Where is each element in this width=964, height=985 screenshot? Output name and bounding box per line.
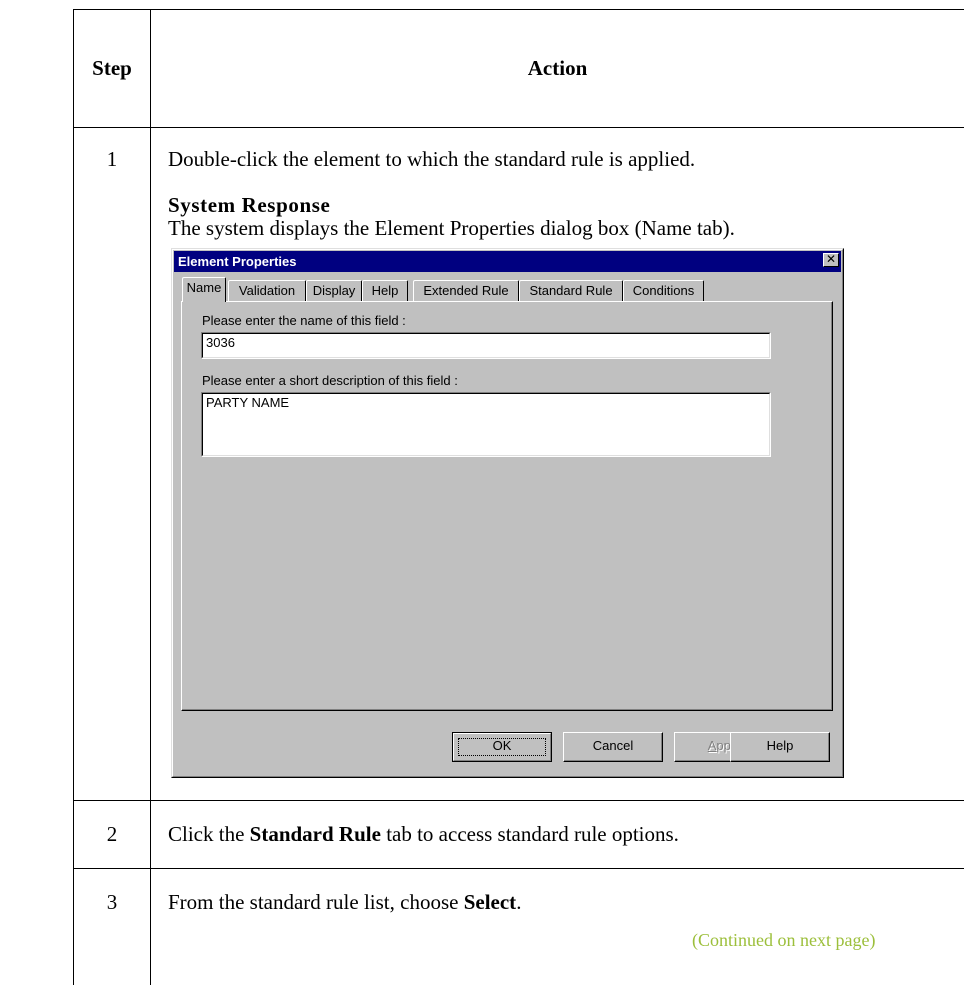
- tab-name[interactable]: Name: [182, 277, 226, 302]
- description-field[interactable]: PARTY NAME: [201, 392, 771, 457]
- ok-button[interactable]: OK: [452, 732, 552, 762]
- tab-standard-rule-label: Standard Rule: [529, 283, 613, 298]
- step-text-3-pre: From the standard rule list, choose: [168, 890, 464, 914]
- close-icon: ✕: [825, 252, 837, 266]
- name-label: Please enter the name of this field :: [202, 313, 406, 328]
- tab-panel-frame: [182, 302, 832, 710]
- step-text-2-post: tab to access standard rule options.: [380, 822, 679, 846]
- step-text-2-pre: Click the: [168, 822, 250, 846]
- header-step: Step: [92, 56, 132, 80]
- tab-validation[interactable]: Validation: [228, 280, 306, 301]
- ok-focus-ring: [458, 738, 546, 756]
- step-number-1: 1: [106, 147, 118, 171]
- step-text-1: Double-click the element to which the st…: [168, 147, 696, 171]
- tab-panel: [181, 301, 833, 711]
- step-number-3: 3: [106, 890, 118, 914]
- row2-bottom-rule: [73, 868, 964, 869]
- row1-bottom-rule: [73, 800, 964, 801]
- dialog-titlebar[interactable]: Element Properties ✕: [174, 251, 841, 272]
- description-field-value: PARTY NAME: [202, 393, 770, 456]
- tab-name-label: Name: [186, 280, 222, 295]
- continued-note: (Continued on next page): [692, 930, 876, 950]
- step-text-2-bold: Standard Rule: [249, 822, 381, 846]
- system-response-heading: System Response: [168, 193, 331, 217]
- table-top-rule: [73, 9, 964, 10]
- system-response-text: The system displays the Element Properti…: [168, 216, 735, 240]
- tab-extended-rule[interactable]: Extended Rule: [413, 280, 519, 301]
- step-text-3-post: .: [516, 890, 522, 914]
- help-button-bevel: [731, 733, 829, 761]
- tab-validation-label: Validation: [238, 283, 296, 298]
- step-text-3: From the standard rule list, choose Sele…: [168, 890, 521, 914]
- element-properties-dialog: Element Properties ✕ Name Validation Dis…: [171, 248, 844, 778]
- step-text-3-bold: Select: [463, 890, 517, 914]
- table-column-rule: [150, 9, 151, 985]
- cancel-button-bevel: [564, 733, 662, 761]
- tab-conditions[interactable]: Conditions: [623, 280, 704, 301]
- header-action: Action: [527, 56, 588, 80]
- close-button[interactable]: ✕: [823, 253, 839, 267]
- tab-standard-rule[interactable]: Standard Rule: [519, 280, 623, 301]
- step-text-2: Click the Standard Rule tab to access st…: [168, 822, 679, 846]
- name-field-value: 3036: [202, 333, 770, 358]
- name-field[interactable]: 3036: [201, 332, 771, 359]
- tab-display[interactable]: Display: [306, 280, 362, 301]
- help-button[interactable]: Help: [730, 732, 830, 762]
- dialog-title: Element Properties: [178, 254, 297, 269]
- cancel-button[interactable]: Cancel: [563, 732, 663, 762]
- tab-conditions-label: Conditions: [632, 283, 695, 298]
- header-bottom-rule: [73, 127, 964, 128]
- tab-help-label: Help: [371, 283, 399, 298]
- tab-extended-rule-label: Extended Rule: [423, 283, 509, 298]
- tab-display-label: Display: [312, 283, 356, 298]
- description-label: Please enter a short description of this…: [202, 373, 458, 388]
- step-number-2: 2: [106, 822, 118, 846]
- tab-help[interactable]: Help: [362, 280, 408, 301]
